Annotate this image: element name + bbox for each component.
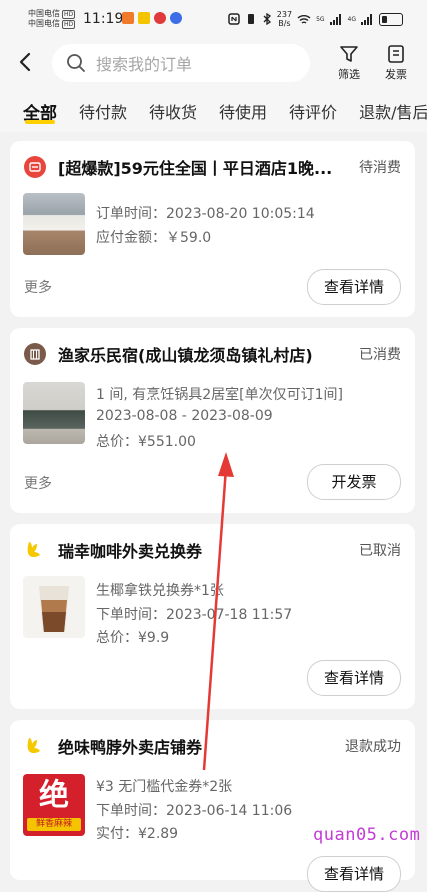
item-info: ¥3 无门槛代金券*2张	[96, 779, 233, 795]
notification-icons	[122, 12, 182, 24]
net-speed: 237	[276, 10, 293, 19]
vibrate-icon	[247, 14, 254, 24]
order-status: 已取消	[359, 543, 401, 559]
tab-pending-review[interactable]: 待评价	[289, 90, 337, 132]
signal-icon	[361, 13, 372, 25]
voucher-image-text: 绝	[39, 778, 69, 813]
invoice-label: 发票	[385, 68, 407, 81]
more-link[interactable]: 更多	[24, 277, 52, 297]
filter-icon	[340, 46, 358, 62]
order-title: 绝味鸭脖外卖店铺券	[58, 738, 203, 757]
bluetooth-icon	[263, 13, 271, 25]
juewei-logo-icon	[24, 735, 46, 757]
order-time: 下单时间：2023-06-14 11:06	[96, 803, 293, 819]
view-details-button[interactable]: 查看详情	[307, 660, 401, 696]
order-status: 已消费	[359, 347, 401, 363]
order-paid: 实付：¥2.89	[96, 826, 179, 842]
order-status: 退款成功	[345, 739, 401, 755]
filter-label: 筛选	[338, 68, 360, 81]
item-info: 生椰拿铁兑换券*1张	[96, 583, 224, 599]
homestay-icon	[24, 343, 46, 365]
more-link[interactable]: 更多	[24, 473, 52, 493]
order-total: 总价：¥9.9	[96, 630, 170, 646]
tab-pending-payment[interactable]: 待付款	[79, 90, 127, 132]
issue-invoice-button[interactable]: 开发票	[307, 464, 401, 500]
search-input[interactable]: 搜索我的订单	[52, 44, 310, 82]
signal-1-label: 5G	[316, 15, 325, 23]
signal-2-label: 4G	[347, 15, 356, 23]
order-amount: 应付金额：￥59.0	[96, 230, 212, 246]
net-speed-unit: B/s	[278, 19, 291, 28]
app-notification-icon	[154, 12, 166, 24]
carrier-2: 中国电信	[28, 19, 60, 28]
battery-icon	[379, 12, 403, 26]
homestay-room-image	[23, 382, 85, 444]
tab-pending-use[interactable]: 待使用	[219, 90, 267, 132]
coffee-image	[23, 576, 85, 638]
order-card[interactable]: 瑞幸咖啡外卖兑换券 已取消 生椰拿铁兑换券*1张 下单时间：2023-07-18…	[10, 524, 415, 709]
hd-badge: HD	[62, 19, 76, 29]
order-time: 下单时间：2023-07-18 11:57	[96, 607, 293, 623]
clock: 11:19	[83, 11, 124, 27]
room-info: 1 间, 有烹饪锅具2居室[单次仅可订1间]	[96, 387, 343, 403]
top-bar: 搜索我的订单 筛选 发票	[0, 36, 427, 90]
system-icons: 237 B/s 5G 4G	[228, 10, 403, 28]
carrier-info: 中国电信 HD 中国电信 HD	[28, 9, 76, 29]
order-status: 待消费	[359, 160, 401, 176]
order-title: 瑞幸咖啡外卖兑换券	[58, 542, 203, 561]
view-details-button[interactable]: 查看详情	[307, 269, 401, 305]
stay-dates: 2023-08-08 - 2023-08-09	[96, 408, 273, 424]
carrier-1: 中国电信	[28, 9, 60, 18]
watermark: quan05.com	[313, 825, 421, 845]
tab-refund[interactable]: 退款/售后	[359, 90, 427, 132]
invoice-button[interactable]: 发票	[376, 44, 416, 82]
signal-icon	[329, 13, 341, 25]
order-card[interactable]: 绝味鸭脖外卖店铺券 退款成功 绝 鲜香麻辣 ¥3 无门槛代金券*2张 下单时间：…	[10, 720, 415, 892]
tab-pending-receipt[interactable]: 待收货	[149, 90, 197, 132]
view-details-button[interactable]: 查看详情	[307, 856, 401, 892]
app-notification-icon	[122, 12, 134, 24]
search-icon	[67, 54, 85, 72]
nfc-icon	[228, 13, 240, 25]
hotel-room-image	[23, 193, 85, 255]
order-total: 总价：¥551.00	[96, 434, 196, 450]
order-card[interactable]: 渔家乐民宿(成山镇龙须岛镇礼村店) 已消费 1 间, 有烹饪锅具2居室[单次仅可…	[10, 328, 415, 513]
filter-button[interactable]: 筛选	[329, 44, 369, 82]
search-placeholder: 搜索我的订单	[96, 55, 193, 74]
meituan-notification-icon	[138, 12, 150, 24]
order-card[interactable]: [超爆款]59元住全国丨平日酒店1晚... 待消费 订单时间：2023-08-2…	[10, 141, 415, 317]
status-bar: 中国电信 HD 中国电信 HD 11:19 237 B/s 5G 4G	[0, 0, 427, 36]
voucher-image-caption: 鲜香麻辣	[27, 818, 81, 831]
voucher-image: 绝 鲜香麻辣	[23, 774, 85, 836]
wifi-icon	[297, 14, 311, 24]
tab-all[interactable]: 全部	[23, 90, 57, 132]
hotel-icon	[24, 156, 46, 178]
order-tabs: 全部 待付款 待收货 待使用 待评价 退款/售后	[0, 90, 427, 132]
app-notification-icon	[170, 12, 182, 24]
order-title: [超爆款]59元住全国丨平日酒店1晚...	[58, 159, 333, 178]
invoice-icon	[388, 45, 404, 63]
hd-badge: HD	[62, 9, 76, 19]
back-icon[interactable]	[14, 50, 38, 74]
luckin-logo-icon	[24, 539, 46, 561]
order-time: 订单时间：2023-08-20 10:05:14	[96, 206, 315, 222]
order-title: 渔家乐民宿(成山镇龙须岛镇礼村店)	[58, 346, 313, 365]
